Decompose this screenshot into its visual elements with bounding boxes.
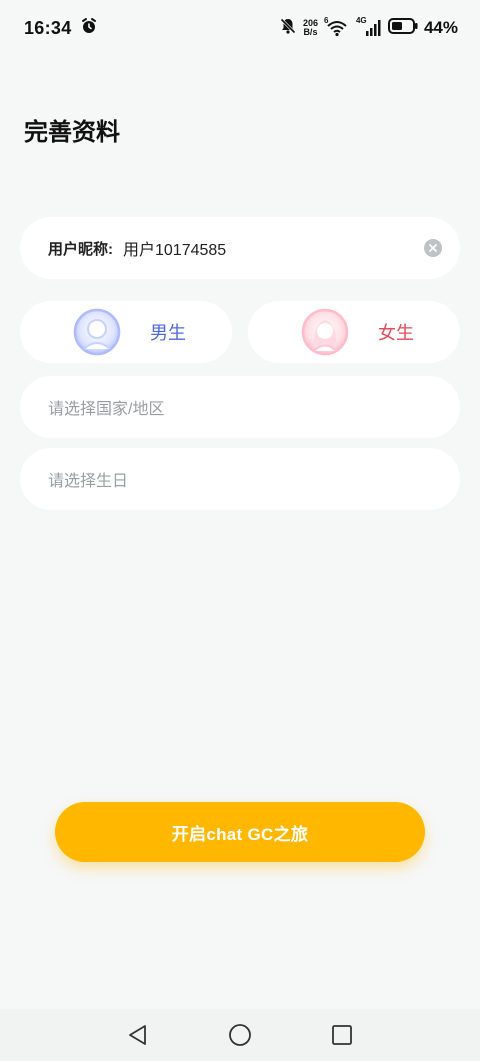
clear-icon[interactable] [424,239,442,257]
nickname-label: 用户昵称: [48,240,113,258]
page-title: 完善资料 [24,119,120,146]
start-journey-button[interactable]: 开启chat GC之旅 [55,802,425,862]
female-avatar-icon [300,307,350,357]
alarm-icon [80,17,98,40]
country-select[interactable]: 请选择国家/地区 [20,376,460,438]
profile-screen: 16:34 206 B/s 6 4G 44% 完善资料 用户昵称: 用户1017… [0,0,480,1061]
home-icon[interactable] [228,1023,252,1047]
back-icon[interactable] [126,1023,150,1047]
wifi-icon: 6 [324,16,350,37]
system-nav-bar [0,1009,480,1061]
gender-female-option[interactable]: 女生 [248,301,460,363]
gender-male-option[interactable]: 男生 [20,301,232,363]
nickname-field[interactable]: 用户昵称: 用户10174585 [20,217,460,279]
country-placeholder: 请选择国家/地区 [48,401,165,418]
recents-icon[interactable] [330,1023,354,1047]
nickname-input[interactable]: 用户10174585 [123,236,424,260]
bell-off-icon [279,17,297,40]
male-avatar-icon [72,307,122,357]
status-left: 16:34 [24,17,98,40]
battery-percent: 44% [423,18,458,37]
gender-male-label: 男生 [150,323,186,343]
birthday-select[interactable]: 请选择生日 [20,448,460,510]
net-speed-unit: B/s [303,27,318,37]
status-time: 16:34 [24,17,72,38]
birthday-placeholder: 请选择生日 [48,473,129,490]
net-speed: 206 B/s [303,19,318,37]
gender-female-label: 女生 [378,323,414,343]
status-right: 206 B/s 6 4G 44% [279,16,458,40]
status-bar: 16:34 206 B/s 6 4G 44% [0,0,480,56]
signal-icon: 4G [356,16,382,37]
battery-icon [387,17,418,40]
